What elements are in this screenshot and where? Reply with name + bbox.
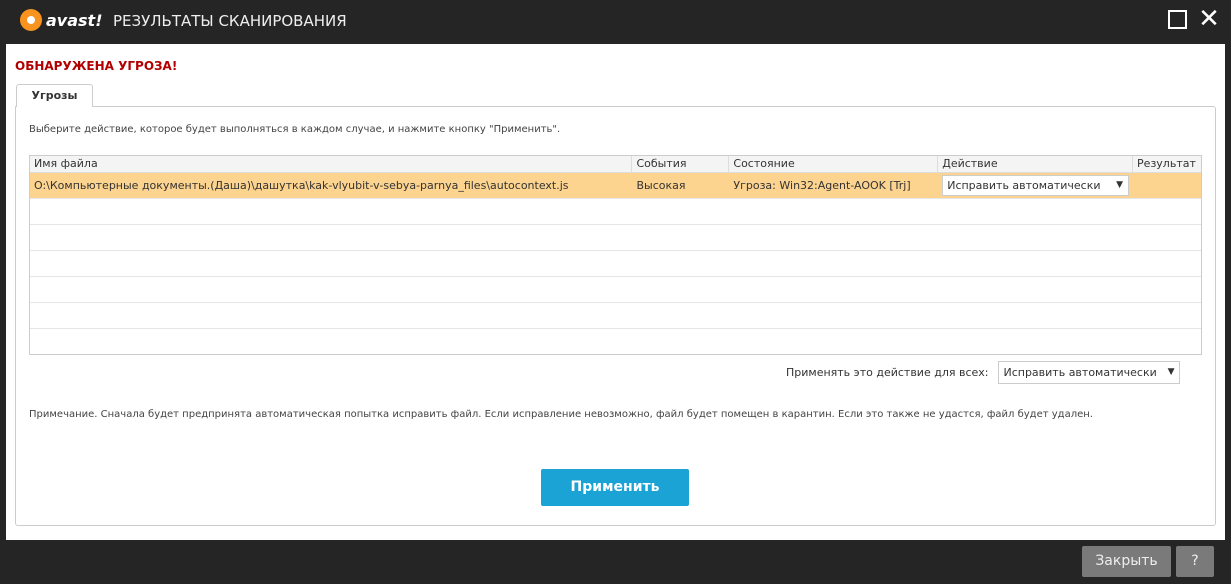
window-title: РЕЗУЛЬТАТЫ СКАНИРОВАНИЯ [113,12,347,30]
apply-button[interactable]: Применить [541,469,689,506]
apply-all-label: Применять это действие для всех: [786,366,989,379]
maximize-button[interactable] [1168,10,1187,29]
col-result[interactable]: Результат [1133,156,1201,172]
title-bar: avast! РЕЗУЛЬТАТЫ СКАНИРОВАНИЯ ✕ [0,0,1231,44]
chevron-down-icon: ▼ [1116,180,1124,190]
chevron-down-icon: ▼ [1167,367,1175,377]
col-action[interactable]: Действие [938,156,1134,172]
table-header: Имя файла События Состояние Действие Рез… [30,156,1201,173]
tab-threats[interactable]: Угрозы [16,84,93,107]
threat-heading: ОБНАРУЖЕНА УГРОЗА! [15,59,178,73]
file-path: O:\Компьютерные документы.(Даша)\дашутка… [34,179,569,192]
empty-row [30,303,1201,329]
help-button[interactable]: ? [1176,546,1214,577]
apply-all-select[interactable]: Исправить автоматически ▼ [998,361,1181,384]
empty-row [30,251,1201,277]
close-button[interactable]: Закрыть [1082,546,1171,577]
note-text: Примечание. Сначала будет предпринята ав… [29,409,1093,420]
empty-row [30,277,1201,303]
col-events[interactable]: События [632,156,730,172]
col-filename[interactable]: Имя файла [30,156,633,172]
avast-logo: avast! [20,9,103,31]
threats-table: Имя файла События Состояние Действие Рез… [29,155,1202,355]
avast-ball-icon [20,9,42,31]
table-row[interactable]: O:\Компьютерные документы.(Даша)\дашутка… [30,173,1201,199]
event-level: Высокая [636,179,686,192]
apply-all-group: Применять это действие для всех: Исправи… [786,361,1181,384]
main-panel: ОБНАРУЖЕНА УГРОЗА! Угрозы Выберите дейст… [6,44,1225,540]
threat-state: Угроза: Win32:Agent-AOOK [Trj] [733,179,911,192]
col-state[interactable]: Состояние [729,156,939,172]
tab-content: Выберите действие, которое будет выполня… [15,106,1216,526]
action-value: Исправить автоматически [947,179,1101,192]
close-icon[interactable]: ✕ [1198,6,1220,32]
empty-row [30,199,1201,225]
action-select[interactable]: Исправить автоматически ▼ [942,175,1130,196]
logo-text: avast! [46,10,103,30]
result-cell [1133,173,1201,198]
empty-row [30,225,1201,251]
action-cell: Исправить автоматически ▼ [938,173,1133,198]
instruction-text: Выберите действие, которое будет выполня… [29,124,561,135]
apply-all-value: Исправить автоматически [1003,366,1157,379]
